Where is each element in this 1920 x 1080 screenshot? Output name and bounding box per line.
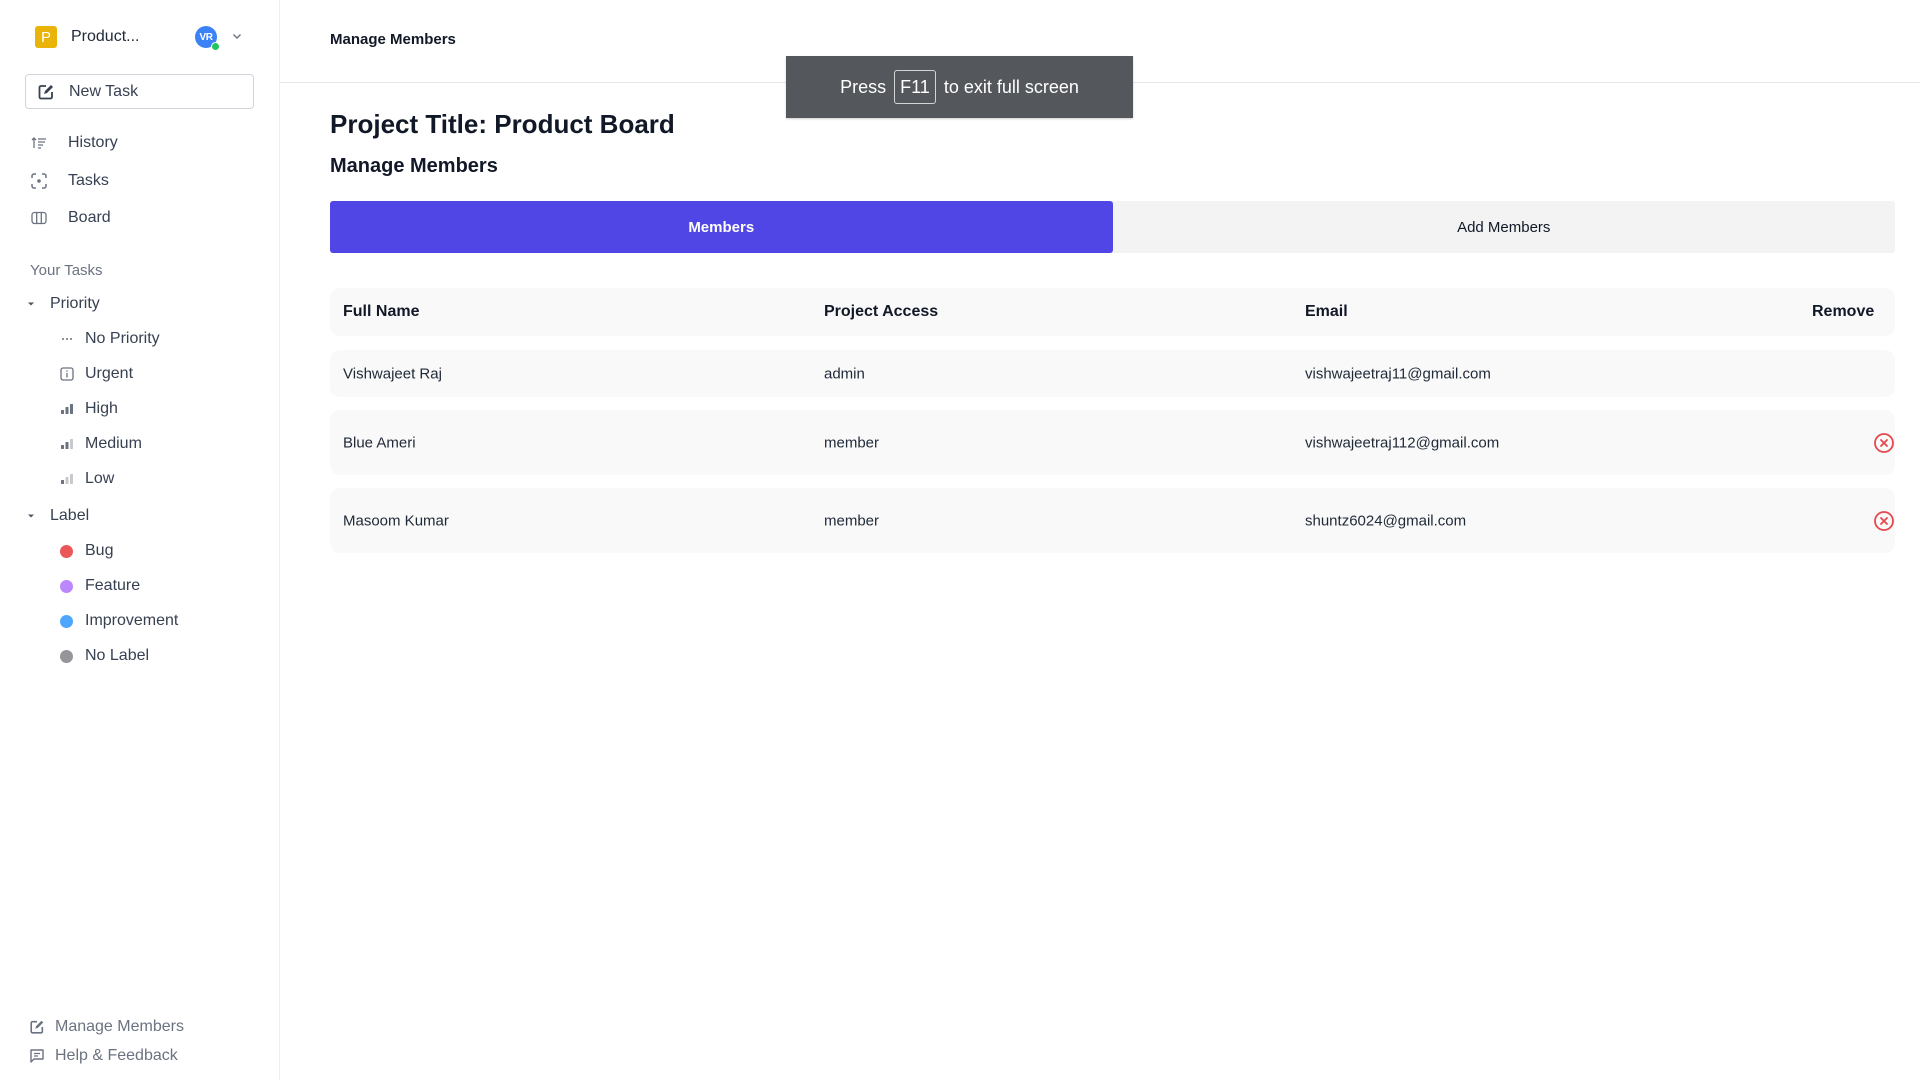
- footer-manage-members-label: Manage Members: [55, 1018, 184, 1035]
- fullscreen-exit-toast: Press F11 to exit full screen: [786, 56, 1133, 118]
- priority-low[interactable]: Low: [58, 467, 114, 491]
- label-group-label: Label: [50, 507, 90, 524]
- footer-manage-members[interactable]: Manage Members: [29, 1016, 184, 1038]
- label-no-label[interactable]: No Label: [58, 644, 149, 668]
- nav-board[interactable]: Board: [30, 206, 111, 230]
- nav-history[interactable]: History: [30, 131, 118, 155]
- dots-icon: [58, 330, 76, 348]
- remove-member-icon[interactable]: [1873, 510, 1895, 532]
- toast-prefix: Press: [840, 76, 887, 97]
- workspace-switcher[interactable]: P Product...: [35, 26, 139, 48]
- label-feature[interactable]: Feature: [58, 574, 140, 598]
- nav-tasks-label: Tasks: [68, 172, 109, 189]
- table-header-row: Full Name Project Access Email Remove: [330, 288, 1895, 336]
- user-initials: VR: [199, 31, 213, 43]
- bug-color-dot: [60, 544, 73, 558]
- online-status-dot: [211, 42, 220, 51]
- chevron-down-icon[interactable]: [230, 29, 244, 43]
- label-group-toggle[interactable]: Label: [26, 505, 89, 527]
- priority-high[interactable]: High: [58, 397, 118, 421]
- priority-group-label: Priority: [50, 295, 100, 312]
- edit-icon: [38, 84, 53, 99]
- table-row: Masoom Kumar member shuntz6024@gmail.com: [330, 488, 1895, 553]
- signal-low-icon: [58, 470, 76, 488]
- priority-no-priority-label: No Priority: [85, 330, 160, 347]
- page-title: Project Title: Product Board: [330, 109, 675, 139]
- priority-urgent[interactable]: Urgent: [58, 362, 133, 386]
- label-improvement-label: Improvement: [85, 612, 179, 629]
- main-content: Manage Members Project Title: Product Bo…: [280, 0, 1920, 1080]
- column-header-remove: Remove: [1812, 303, 1875, 320]
- member-name: Blue Ameri: [343, 434, 416, 451]
- label-improvement[interactable]: Improvement: [58, 609, 178, 633]
- member-access: member: [824, 512, 880, 529]
- footer-help-feedback-label: Help & Feedback: [55, 1047, 178, 1064]
- tab-add-members[interactable]: Add Members: [1113, 201, 1896, 253]
- member-access: member: [824, 434, 880, 451]
- column-header-email: Email: [1305, 303, 1348, 320]
- nav-history-label: History: [68, 134, 118, 151]
- urgent-box-icon: [58, 365, 76, 383]
- priority-medium[interactable]: Medium: [58, 432, 142, 456]
- priority-group-toggle[interactable]: Priority: [26, 293, 100, 315]
- toast-suffix: to exit full screen: [943, 76, 1079, 97]
- member-tabs: Members Add Members: [330, 201, 1895, 253]
- remove-member-icon[interactable]: [1873, 432, 1895, 454]
- priority-low-label: Low: [85, 470, 115, 487]
- member-name: Vishwajeet Raj: [343, 365, 442, 382]
- message-icon: [29, 1048, 45, 1064]
- history-sort-icon: [30, 134, 48, 152]
- no-label-color-dot: [60, 649, 73, 663]
- page-subtitle: Manage Members: [330, 155, 498, 177]
- priority-no-priority[interactable]: No Priority: [58, 327, 160, 351]
- caret-down-icon: [26, 511, 36, 521]
- nav-tasks[interactable]: Tasks: [30, 169, 109, 193]
- f11-key: F11: [894, 70, 936, 104]
- focus-tasks-icon: [30, 172, 48, 190]
- tab-members[interactable]: Members: [330, 201, 1113, 253]
- priority-medium-label: Medium: [85, 435, 142, 452]
- member-email: shuntz6024@gmail.com: [1305, 512, 1467, 529]
- nav-board-label: Board: [68, 209, 111, 226]
- label-no-label-label: No Label: [85, 647, 150, 664]
- member-access: admin: [824, 365, 865, 382]
- column-header-project-access: Project Access: [824, 303, 939, 320]
- member-email: vishwajeetraj11@gmail.com: [1305, 365, 1491, 382]
- feature-color-dot: [60, 579, 73, 593]
- user-avatar[interactable]: VR: [195, 26, 220, 51]
- workspace-name: Product...: [71, 28, 140, 45]
- edit-icon: [29, 1019, 45, 1035]
- member-name: Masoom Kumar: [343, 512, 449, 529]
- header-title: Manage Members: [330, 31, 456, 48]
- table-row: Vishwajeet Raj admin vishwajeetraj11@gma…: [330, 350, 1895, 397]
- new-task-button[interactable]: New Task: [25, 74, 254, 109]
- label-bug-label: Bug: [85, 542, 114, 559]
- label-feature-label: Feature: [85, 577, 141, 594]
- label-bug[interactable]: Bug: [58, 539, 113, 563]
- column-header-full-name: Full Name: [343, 303, 420, 320]
- sidebar: P Product... VR New Task History Tasks B…: [0, 0, 280, 1080]
- board-columns-icon: [30, 209, 48, 227]
- signal-medium-icon: [58, 435, 76, 453]
- member-email: vishwajeetraj112@gmail.com: [1305, 434, 1500, 451]
- workspace-logo: P: [35, 26, 57, 48]
- signal-high-icon: [58, 400, 76, 418]
- improvement-color-dot: [60, 614, 73, 628]
- your-tasks-heading: Your Tasks: [30, 262, 103, 279]
- priority-high-label: High: [85, 400, 118, 417]
- caret-down-icon: [26, 299, 36, 309]
- footer-help-feedback[interactable]: Help & Feedback: [29, 1045, 178, 1067]
- table-row: Blue Ameri member vishwajeetraj112@gmail…: [330, 410, 1895, 475]
- new-task-label: New Task: [69, 82, 139, 100]
- priority-urgent-label: Urgent: [85, 365, 134, 382]
